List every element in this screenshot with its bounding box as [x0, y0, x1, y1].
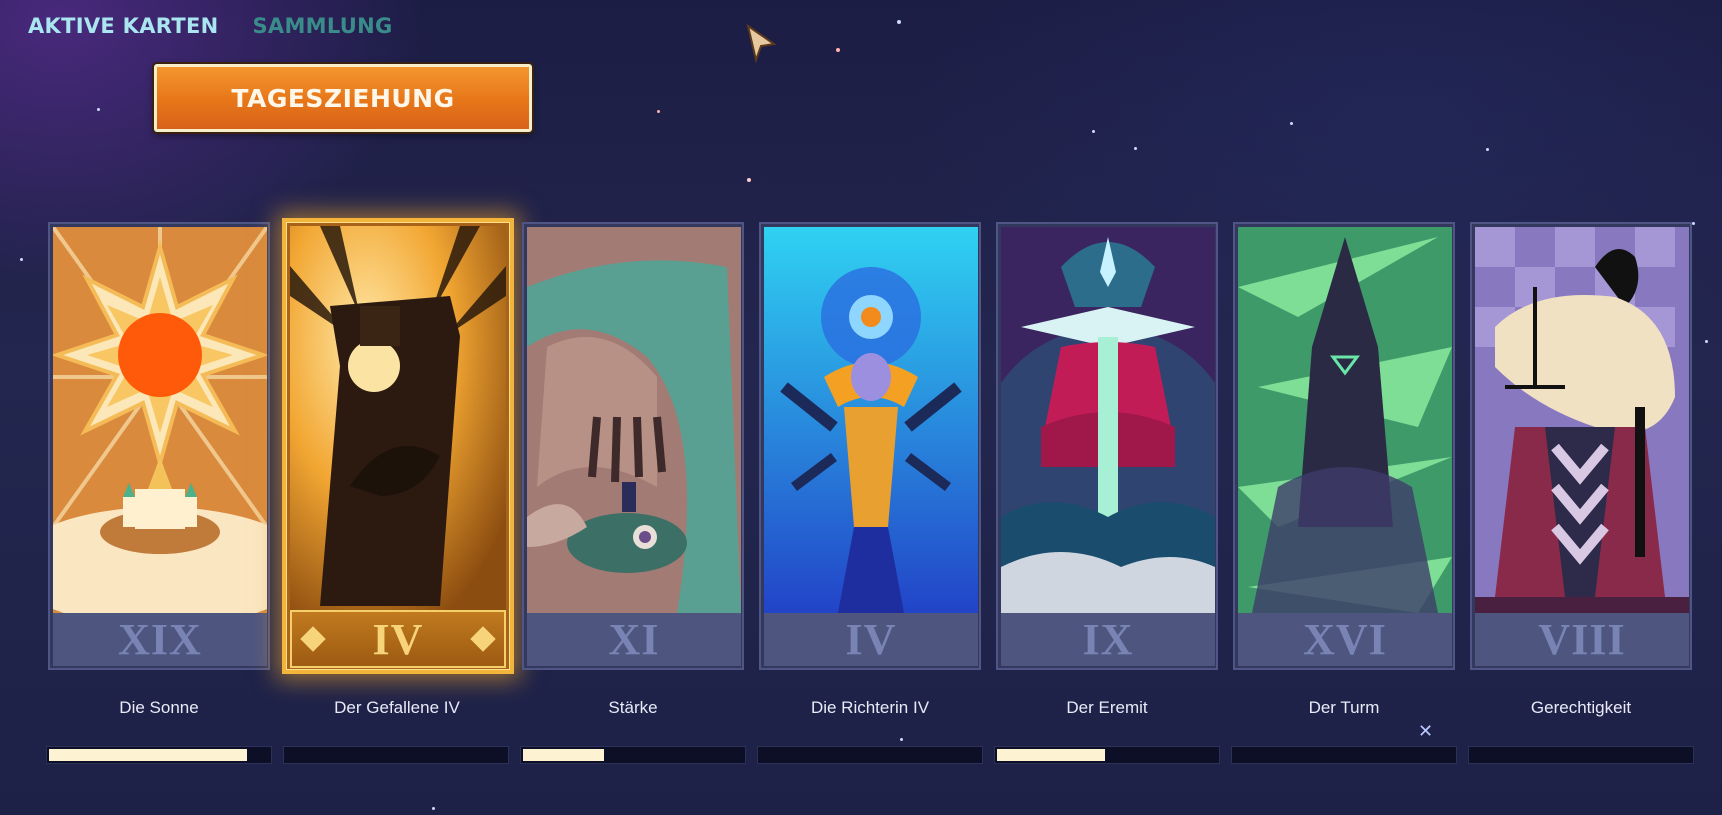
- background-star: [97, 108, 100, 111]
- card-numeral: VIII: [1538, 615, 1626, 664]
- sparkle-icon: ✕: [1418, 721, 1434, 741]
- card-progress-bar: [1468, 746, 1694, 764]
- background-star: [1692, 222, 1695, 225]
- card-staerke[interactable]: XI: [522, 222, 744, 670]
- card-progress-bar: [520, 746, 746, 764]
- background-star: [1705, 340, 1708, 343]
- card-art-strength: [527, 227, 741, 613]
- card-der-gefallene[interactable]: IV: [282, 218, 514, 674]
- card-progress-bar: [994, 746, 1220, 764]
- daily-draw-button[interactable]: TAGESZIEHUNG: [154, 64, 532, 132]
- card-der-turm[interactable]: XVI: [1233, 222, 1455, 670]
- card-progress-bar: [283, 746, 509, 764]
- progress-fill: [47, 747, 249, 763]
- card-der-eremit[interactable]: IX: [996, 222, 1218, 670]
- card-plate: XIX: [53, 613, 267, 666]
- card-numeral: XVI: [1303, 615, 1387, 664]
- card-die-richterin[interactable]: IV: [759, 222, 981, 670]
- background-star: [1290, 122, 1293, 125]
- background-star: [836, 48, 840, 52]
- background-star: [657, 110, 660, 113]
- card-plate: IV: [290, 610, 506, 668]
- card-art-tower: [1238, 227, 1452, 613]
- card-name: Die Richterin IV: [810, 698, 930, 717]
- card-die-sonne[interactable]: XIX: [48, 222, 270, 670]
- tab-collection[interactable]: SAMMLUNG: [252, 14, 392, 38]
- card-numeral: IV: [845, 615, 897, 664]
- card-gerechtigkeit[interactable]: VIII: [1470, 222, 1692, 670]
- card-progress-bar: [46, 746, 272, 764]
- card-name: Stärke: [608, 698, 658, 717]
- card-art-justice: [1475, 227, 1689, 613]
- card-art-judge: [764, 227, 978, 613]
- card-plate: XI: [527, 613, 741, 666]
- background-star: [900, 738, 903, 741]
- card-numeral: IX: [1082, 615, 1134, 664]
- card-plate: XVI: [1238, 613, 1452, 666]
- background-star: [1092, 130, 1095, 133]
- card-progress-bar: [757, 746, 983, 764]
- progress-fill: [521, 747, 607, 763]
- card-plate: IV: [764, 613, 978, 666]
- card-numeral: IV: [372, 614, 424, 664]
- card-art-hermit: [1001, 227, 1215, 613]
- diamond-ornament-icon: [300, 626, 326, 652]
- card-numeral: XIX: [118, 615, 202, 664]
- background-star: [432, 807, 435, 810]
- card-name: Gerechtigkeit: [1530, 698, 1632, 717]
- background-star: [747, 178, 751, 182]
- progress-fill: [995, 747, 1107, 763]
- card-art-fallen: [290, 226, 506, 610]
- card-name: Der Eremit: [1066, 698, 1148, 717]
- card-progress-bar: [1231, 746, 1457, 764]
- background-star: [20, 258, 23, 261]
- card-art-sun: [53, 227, 267, 613]
- card-numeral: XI: [608, 615, 660, 664]
- card-plate: IX: [1001, 613, 1215, 666]
- background-star: [1486, 148, 1489, 151]
- card-name: Die Sonne: [119, 698, 199, 717]
- tab-bar: AKTIVE KARTEN SAMMLUNG: [28, 14, 393, 38]
- tab-active-cards[interactable]: AKTIVE KARTEN: [28, 14, 218, 38]
- background-star: [897, 20, 901, 24]
- card-plate: VIII: [1475, 613, 1689, 666]
- card-name: Der Turm: [1308, 698, 1380, 717]
- background-star: [1134, 147, 1137, 150]
- diamond-ornament-icon: [470, 626, 496, 652]
- card-name: Der Gefallene IV: [334, 698, 460, 717]
- mouse-cursor-icon: [744, 23, 778, 69]
